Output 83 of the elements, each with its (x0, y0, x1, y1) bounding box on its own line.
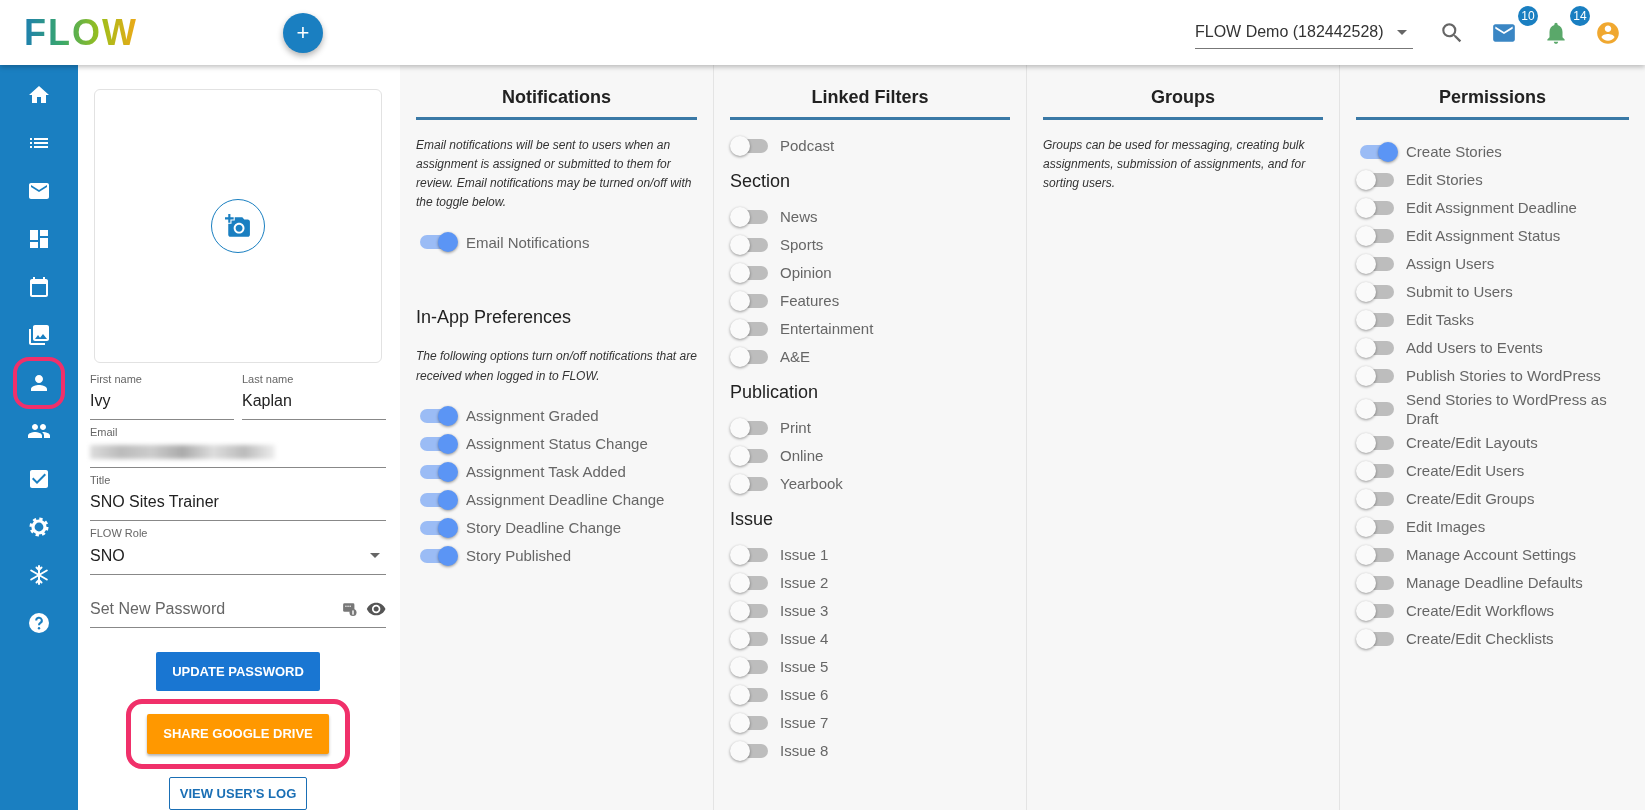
toggle-label: Opinion (780, 262, 832, 283)
toggle-label: Issue 5 (780, 656, 829, 677)
action-button[interactable]: UPDATE PASSWORD (156, 651, 320, 691)
toggle-label: Features (780, 290, 840, 311)
toggle-label: Create/Edit Workflows (1406, 600, 1555, 621)
checkbox-icon (27, 467, 51, 491)
toggle-label: Online (780, 445, 824, 466)
toggle-label: Issue 4 (780, 628, 829, 649)
toggle-label: Issue 8 (780, 740, 829, 761)
toggle-label: Assignment Graded (466, 405, 599, 426)
toggle-label: Edit Tasks (1406, 309, 1475, 330)
select-field[interactable]: SNO (90, 541, 386, 575)
account-icon[interactable] (1595, 19, 1621, 46)
dashboard-icon (27, 227, 51, 251)
column-heading: Groups (1043, 87, 1323, 120)
toggle-label: Send Stories to WordPress as Draft (1406, 389, 1608, 429)
toggle-label: Issue 1 (780, 544, 829, 565)
field-label: Title (90, 472, 112, 488)
input-field[interactable]: Ivy (90, 389, 234, 413)
toggle-label: Manage Deadline Defaults (1406, 572, 1583, 593)
toggle-label: Manage Account Settings (1406, 544, 1577, 565)
toggle-label: Issue 3 (780, 600, 829, 621)
count-badge: 10 (1518, 5, 1538, 26)
toggle-label: Yearbook (780, 473, 843, 494)
photo-icon (27, 323, 51, 347)
toggle-label: A&E (780, 346, 810, 367)
description-text: Groups can be used for messaging, creating bulk assignments, submission of assignments, and for sorting users. (1043, 136, 1307, 192)
toggle-label: Edit Assignment Status (1406, 225, 1561, 246)
column-heading: Notifications (416, 87, 697, 120)
toggle-label: Create/Edit Users (1406, 460, 1525, 481)
description-text: The following options turn on/off notifications that are received when logged in to FLOW. (416, 348, 697, 385)
toggle-label: Story Published (466, 545, 572, 566)
toggle-label: Assign Users (1406, 253, 1495, 274)
field-label: Email (90, 425, 119, 440)
caret-icon (370, 553, 380, 558)
description-text: Email notifications will be sent to users when an assignment is assigned or submitted to them for review. Email notifications may be turned on/off with the toggle below. (416, 136, 693, 212)
column-heading: Permissions (1356, 87, 1629, 120)
count-badge: 14 (1570, 5, 1590, 26)
toggle-label: Create/Edit Layouts (1406, 432, 1538, 453)
toggle-label: Print (780, 417, 811, 438)
toggle-label: Email Notifications (466, 232, 590, 253)
snowflake-icon (27, 563, 51, 587)
toggle-label: Assignment Status Change (466, 433, 648, 454)
toggle-label: Create Stories (1406, 141, 1502, 162)
toggle-label: Add Users to Events (1406, 337, 1543, 358)
settings-icon (27, 515, 51, 539)
field-label: Last name (242, 371, 295, 387)
toggle-label: Story Deadline Change (466, 517, 622, 538)
toggle-label: Entertainment (780, 318, 874, 339)
account-name: FLOW Demo (182442528) (1195, 22, 1384, 42)
section-heading: Issue (730, 507, 775, 531)
caret-icon (1397, 29, 1407, 35)
toggle-label: Assignment Task Added (466, 461, 626, 482)
field-label: FLOW Role (90, 526, 149, 541)
toggle-label: Edit Images (1406, 516, 1486, 537)
toggle-label: Create/Edit Checklists (1406, 628, 1554, 649)
input-field[interactable]: SNO Sites Trainer (90, 490, 386, 514)
account-dropdown[interactable]: FLOW Demo (182442528) (1195, 16, 1413, 49)
field-label: First name (90, 371, 143, 387)
toggle-label: Podcast (780, 135, 835, 156)
toggle-label: News (780, 206, 818, 227)
add-button[interactable]: + (282, 12, 323, 53)
password-field[interactable]: Set New Password (90, 590, 341, 627)
toggle-label: Edit Assignment Deadline (1406, 197, 1577, 218)
toggle-label: Create/Edit Groups (1406, 488, 1535, 509)
toggle-label: Issue 7 (780, 712, 829, 733)
add-photo-icon (225, 212, 251, 239)
toggle-label: Issue 6 (780, 684, 829, 705)
input-field[interactable]: Kaplan (242, 389, 386, 413)
section-heading: Section (730, 169, 792, 193)
section-heading: In-App Preferences (416, 306, 573, 330)
toggle-label: Sports (780, 234, 824, 255)
calendar-icon (27, 275, 51, 299)
toggle-label: Edit Stories (1406, 169, 1483, 190)
toggle-label: Assignment Deadline Change (466, 489, 665, 510)
toggle-label: Submit to Users (1406, 281, 1513, 302)
help-icon (27, 611, 51, 635)
action-button[interactable]: VIEW USER'S LOG (168, 776, 308, 810)
section-heading: Publication (730, 380, 820, 404)
field-value: SNO (90, 545, 125, 566)
column-heading: Linked Filters (730, 87, 1010, 120)
toggle-label: Issue 2 (780, 572, 829, 593)
toggle-label: Publish Stories to WordPress (1406, 365, 1601, 386)
